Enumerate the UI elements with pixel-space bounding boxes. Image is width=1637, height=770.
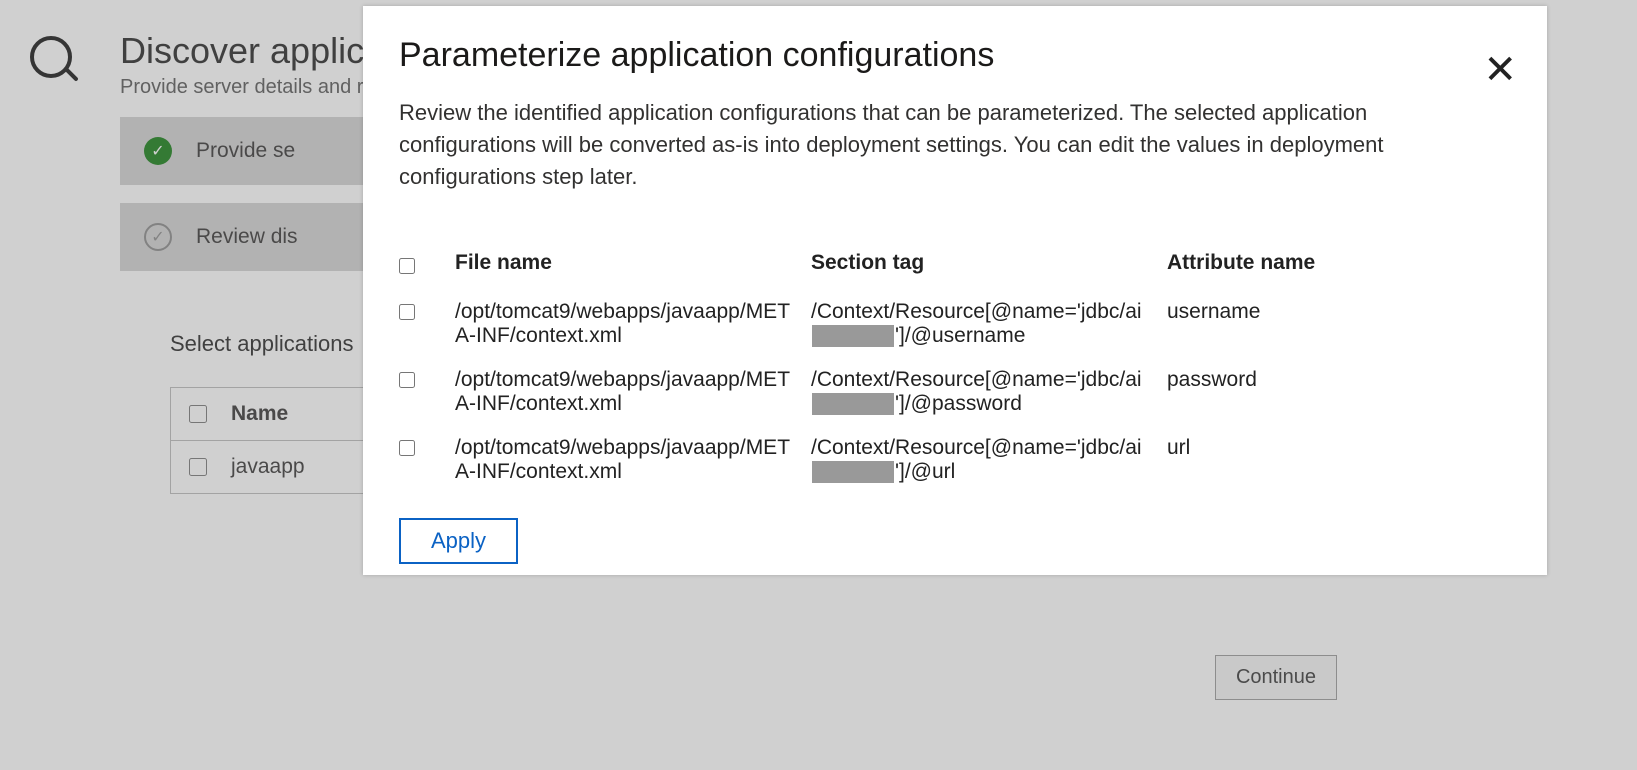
check-icon: ✓ xyxy=(144,137,172,165)
config-attr: url xyxy=(1167,436,1367,460)
tag-suffix: ']/@username xyxy=(895,324,1025,348)
config-section-tag: /Context/Resource[@name='jdbc/ai ']/@pas… xyxy=(811,368,1151,416)
col-name-header: Name xyxy=(231,402,288,426)
config-file: /opt/tomcat9/webapps/javaapp/META-INF/co… xyxy=(455,300,795,348)
tag-suffix: ']/@password xyxy=(895,392,1022,416)
config-row-checkbox[interactable] xyxy=(399,372,415,388)
row-checkbox[interactable] xyxy=(189,458,207,476)
config-section-tag: /Context/Resource[@name='jdbc/ai ']/@url xyxy=(811,436,1151,484)
config-row: /opt/tomcat9/webapps/javaapp/META-INF/co… xyxy=(399,290,1507,358)
redacted-segment xyxy=(812,325,894,347)
close-icon[interactable]: ✕ xyxy=(1483,50,1517,90)
config-row-checkbox[interactable] xyxy=(399,304,415,320)
search-icon xyxy=(30,30,90,770)
check-outline-icon: ✓ xyxy=(144,223,172,251)
app-name: javaapp xyxy=(231,455,305,479)
tag-prefix: /Context/Resource[@name='jdbc/ai xyxy=(811,368,1142,391)
config-attr: password xyxy=(1167,368,1367,392)
select-all-checkbox[interactable] xyxy=(189,405,207,423)
redacted-segment xyxy=(812,393,894,415)
config-file: /opt/tomcat9/webapps/javaapp/META-INF/co… xyxy=(455,436,795,484)
apply-button[interactable]: Apply xyxy=(399,518,518,564)
config-row-checkbox[interactable] xyxy=(399,440,415,456)
config-section-tag: /Context/Resource[@name='jdbc/ai ']/@use… xyxy=(811,300,1151,348)
modal-description: Review the identified application config… xyxy=(399,97,1479,193)
modal-title: Parameterize application configurations xyxy=(399,36,1507,75)
select-all-config-checkbox[interactable] xyxy=(399,258,415,274)
tag-prefix: /Context/Resource[@name='jdbc/ai xyxy=(811,300,1142,323)
col-attr-header: Attribute name xyxy=(1167,251,1367,275)
col-tag-header: Section tag xyxy=(811,251,1151,275)
parameterize-modal: Parameterize application configurations … xyxy=(363,6,1547,575)
config-row: /opt/tomcat9/webapps/javaapp/META-INF/co… xyxy=(399,358,1507,426)
redacted-segment xyxy=(812,461,894,483)
config-table: File name Section tag Attribute name /op… xyxy=(399,241,1507,494)
config-row: /opt/tomcat9/webapps/javaapp/META-INF/co… xyxy=(399,426,1507,494)
tag-prefix: /Context/Resource[@name='jdbc/ai xyxy=(811,436,1142,459)
step-label: Review dis xyxy=(196,225,298,249)
continue-button[interactable]: Continue xyxy=(1215,655,1337,700)
col-file-header: File name xyxy=(455,251,795,275)
config-header-row: File name Section tag Attribute name xyxy=(399,241,1507,290)
config-attr: username xyxy=(1167,300,1367,324)
config-file: /opt/tomcat9/webapps/javaapp/META-INF/co… xyxy=(455,368,795,416)
step-label: Provide se xyxy=(196,139,295,163)
tag-suffix: ']/@url xyxy=(895,460,955,484)
